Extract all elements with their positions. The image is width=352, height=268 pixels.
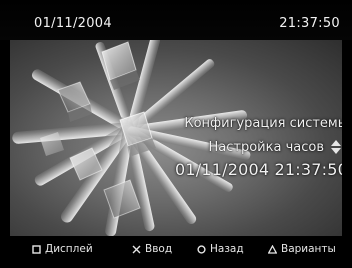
display-hint[interactable]: Дисплей bbox=[32, 243, 93, 255]
back-label: Назад bbox=[210, 243, 244, 255]
options-label: Варианты bbox=[281, 243, 336, 255]
enter-hint[interactable]: Ввод bbox=[132, 243, 172, 255]
triangle-icon bbox=[267, 244, 278, 254]
clock-datetime-value[interactable]: 01/11/2004 21:37:50 bbox=[158, 160, 342, 179]
circle-icon bbox=[197, 244, 206, 254]
clock-settings-item[interactable]: Настройка часов bbox=[158, 140, 324, 155]
top-bar: 01/11/2004 21:37:50 bbox=[0, 0, 352, 40]
menu-title: Конфигурация системы bbox=[184, 116, 342, 131]
display-label: Дисплей bbox=[45, 243, 93, 255]
cross-icon bbox=[132, 245, 141, 254]
header-time: 21:37:50 bbox=[279, 16, 340, 31]
up-down-arrows-icon[interactable] bbox=[330, 139, 342, 155]
back-hint[interactable]: Назад bbox=[197, 243, 244, 255]
options-hint[interactable]: Варианты bbox=[267, 243, 336, 255]
background-scene: Конфигурация системы Настройка часов 01/… bbox=[10, 40, 342, 236]
enter-label: Ввод bbox=[145, 243, 173, 255]
bottom-bar: Дисплей Ввод Назад Варианты bbox=[0, 236, 352, 268]
crystal-cubes-illustration bbox=[12, 40, 251, 236]
header-date: 01/11/2004 bbox=[34, 16, 112, 31]
square-icon bbox=[32, 244, 41, 254]
